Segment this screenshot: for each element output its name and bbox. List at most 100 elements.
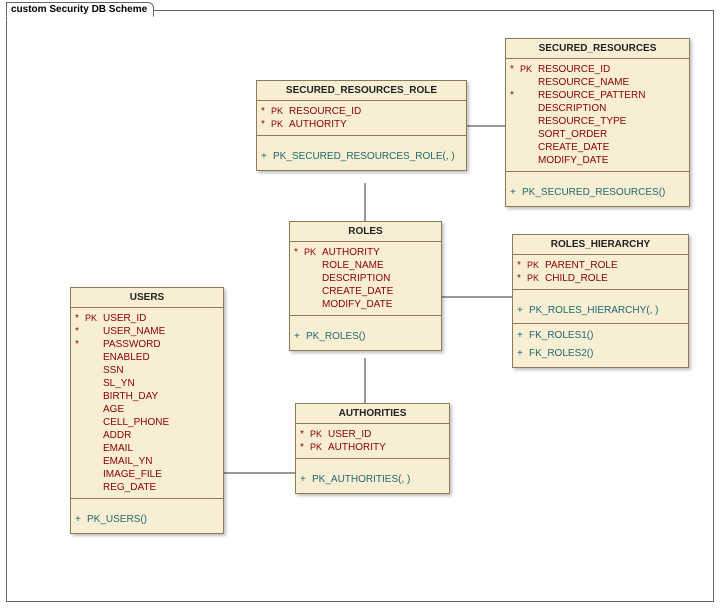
entity-secured-resources-role: SECURED_RESOURCES_ROLE *PKRESOURCE_ID*PK…	[256, 80, 467, 171]
req-mark: *	[75, 325, 85, 338]
attr-row: REG_DATE	[71, 481, 223, 494]
attr-name: DESCRIPTION	[322, 272, 390, 285]
visibility-mark: +	[517, 347, 529, 361]
attr-name: RESOURCE_ID	[289, 105, 361, 118]
attr-name: EMAIL_YN	[103, 455, 152, 468]
attr-name: CREATE_DATE	[538, 141, 609, 154]
attr-row: MODIFY_DATE	[506, 154, 689, 167]
req-mark: *	[75, 338, 85, 351]
entity-title: AUTHORITIES	[296, 404, 449, 424]
attr-row: AGE	[71, 403, 223, 416]
entity-roles: ROLES *PKAUTHORITYROLE_NAMEDESCRIPTIONCR…	[289, 221, 442, 351]
visibility-mark: +	[75, 513, 87, 527]
req-mark: *	[294, 246, 304, 259]
attr-name: CREATE_DATE	[322, 285, 393, 298]
attr-name: USER_ID	[103, 312, 146, 325]
attr-name: USER_NAME	[103, 325, 165, 338]
op-row: +PK_AUTHORITIES(, )	[296, 471, 449, 489]
attr-row: SL_YN	[71, 377, 223, 390]
pk-mark: PK	[271, 105, 289, 118]
attr-name: IMAGE_FILE	[103, 468, 162, 481]
attr-name: RESOURCE_ID	[538, 63, 610, 76]
pk-mark: PK	[271, 118, 289, 131]
req-mark: *	[510, 89, 520, 102]
attr-row: IMAGE_FILE	[71, 468, 223, 481]
entity-attrs: *PKAUTHORITYROLE_NAMEDESCRIPTIONCREATE_D…	[290, 242, 441, 316]
attr-name: ENABLED	[103, 351, 150, 364]
op-signature: FK_ROLES1()	[529, 329, 593, 343]
attr-name: RESOURCE_TYPE	[538, 115, 626, 128]
canvas: custom Security DB Scheme SECURED_RESOUR…	[0, 0, 720, 608]
pk-mark: PK	[310, 441, 328, 454]
attr-row: *PKUSER_ID	[296, 428, 449, 441]
entity-ops: +PK_ROLES_HIERARCHY(, )+FK_ROLES1()+FK_R…	[513, 298, 688, 367]
attr-name: RESOURCE_PATTERN	[538, 89, 645, 102]
pk-mark: PK	[527, 272, 545, 285]
op-row: +PK_SECURED_RESOURCES_ROLE(, )	[257, 148, 466, 166]
op-row: +FK_ROLES1()	[513, 327, 688, 345]
attr-name: CHILD_ROLE	[545, 272, 608, 285]
attr-row: *PKPARENT_ROLE	[513, 259, 688, 272]
visibility-mark: +	[517, 304, 529, 318]
req-mark: *	[517, 272, 527, 285]
attr-row: * RESOURCE_PATTERN	[506, 89, 689, 102]
pk-mark: PK	[527, 259, 545, 272]
attr-name: CELL_PHONE	[103, 416, 169, 429]
attr-row: EMAIL_YN	[71, 455, 223, 468]
entity-attrs: *PKUSER_ID*PKAUTHORITY	[296, 424, 449, 459]
op-signature: PK_SECURED_RESOURCES()	[522, 186, 665, 200]
entity-attrs: *PKRESOURCE_IDRESOURCE_NAME * RESOURCE_PAT…	[506, 59, 689, 172]
req-mark: *	[510, 63, 520, 76]
entity-secured-resources: SECURED_RESOURCES *PKRESOURCE_IDRESOURCE…	[505, 38, 690, 207]
attr-name: BIRTH_DAY	[103, 390, 158, 403]
attr-row: *PKRESOURCE_ID	[506, 63, 689, 76]
entity-authorities: AUTHORITIES *PKUSER_ID*PKAUTHORITY +PK_A…	[295, 403, 450, 494]
entity-title: ROLES_HIERARCHY	[513, 235, 688, 255]
op-row: +PK_ROLES()	[290, 328, 441, 346]
attr-name: SL_YN	[103, 377, 135, 390]
attr-row: *PKAUTHORITY	[257, 118, 466, 131]
entity-roles-hierarchy: ROLES_HIERARCHY *PKPARENT_ROLE*PKCHILD_R…	[512, 234, 689, 368]
req-mark: *	[300, 441, 310, 454]
pk-mark: PK	[310, 428, 328, 441]
entity-ops: +PK_ROLES()	[290, 324, 441, 350]
entity-ops: +PK_SECURED_RESOURCES_ROLE(, )	[257, 144, 466, 170]
attr-name: PASSWORD	[103, 338, 161, 351]
visibility-mark: +	[510, 186, 522, 200]
diagram-title: custom Security DB Scheme	[6, 2, 154, 17]
attr-row: SSN	[71, 364, 223, 377]
attr-name: ADDR	[103, 429, 131, 442]
entity-title: SECURED_RESOURCES	[506, 39, 689, 59]
pk-mark: PK	[304, 246, 322, 259]
entity-title: ROLES	[290, 222, 441, 242]
attr-row: RESOURCE_NAME	[506, 76, 689, 89]
visibility-mark: +	[517, 329, 529, 343]
attr-name: AUTHORITY	[322, 246, 380, 259]
op-signature: PK_ROLES()	[306, 330, 365, 344]
op-row: +FK_ROLES2()	[513, 345, 688, 363]
entity-ops: +PK_USERS()	[71, 507, 223, 533]
attr-name: SORT_ORDER	[538, 128, 607, 141]
attr-row: *PKRESOURCE_ID	[257, 105, 466, 118]
req-mark: *	[261, 105, 271, 118]
attr-row: * USER_NAME	[71, 325, 223, 338]
attr-name: USER_ID	[328, 428, 371, 441]
attr-name: RESOURCE_NAME	[538, 76, 629, 89]
op-signature: FK_ROLES2()	[529, 347, 593, 361]
attr-name: ROLE_NAME	[322, 259, 384, 272]
visibility-mark: +	[300, 473, 312, 487]
entity-attrs: *PKRESOURCE_ID*PKAUTHORITY	[257, 101, 466, 136]
entity-users: USERS *PKUSER_ID*USER_NAME*PASSWORDENABL…	[70, 287, 224, 534]
entity-title: USERS	[71, 288, 223, 308]
op-signature: PK_AUTHORITIES(, )	[312, 473, 410, 487]
attr-name: DESCRIPTION	[538, 102, 606, 115]
attr-row: ROLE_NAME	[290, 259, 441, 272]
entity-attrs: *PKUSER_ID*USER_NAME*PASSWORDENABLEDSSNS…	[71, 308, 223, 499]
attr-row: * PASSWORD	[71, 338, 223, 351]
pk-mark: PK	[85, 312, 103, 325]
attr-name: AUTHORITY	[328, 441, 386, 454]
op-row: +PK_SECURED_RESOURCES()	[506, 184, 689, 202]
attr-row: CREATE_DATE	[290, 285, 441, 298]
op-signature: PK_ROLES_HIERARCHY(, )	[529, 304, 658, 318]
attr-name: PARENT_ROLE	[545, 259, 618, 272]
